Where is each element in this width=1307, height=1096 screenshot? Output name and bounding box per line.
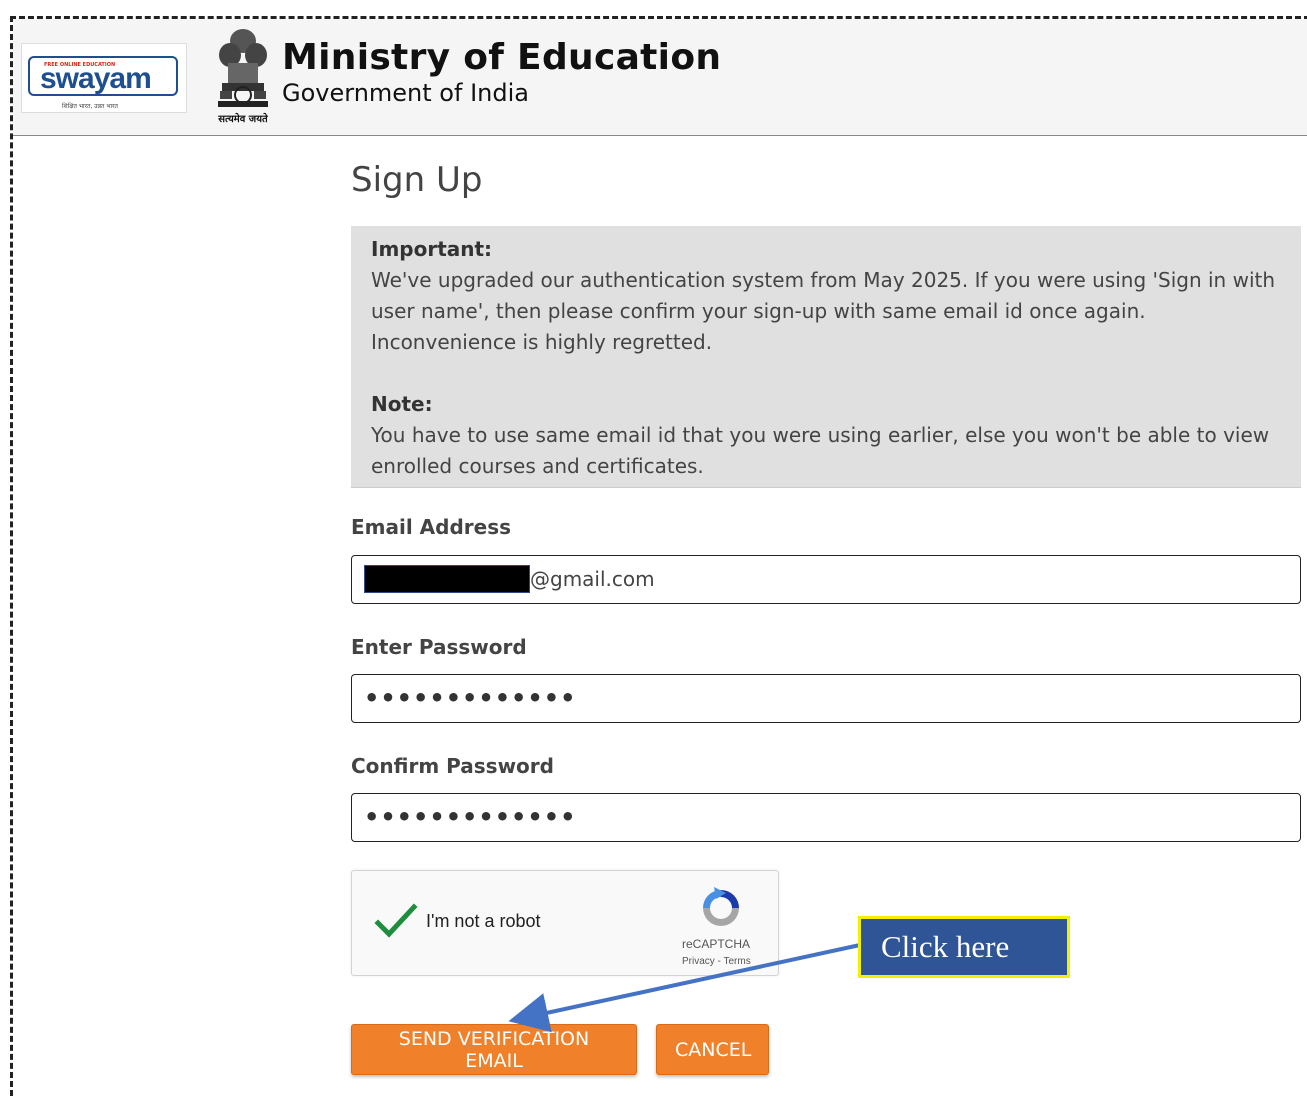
click-here-callout: Click here bbox=[858, 916, 1070, 978]
swayam-logo-box: FREE ONLINE EDUCATION swayam bbox=[28, 56, 178, 96]
site-header: FREE ONLINE EDUCATION swayam शिक्षित भार… bbox=[13, 19, 1307, 136]
swayam-logo[interactable]: FREE ONLINE EDUCATION swayam शिक्षित भार… bbox=[21, 43, 187, 113]
recaptcha-logo-icon bbox=[698, 885, 744, 931]
cancel-button[interactable]: CANCEL bbox=[656, 1024, 769, 1075]
important-label: Important: bbox=[371, 237, 493, 261]
note-text: You have to use same email id that you w… bbox=[371, 423, 1270, 478]
recaptcha-brand: reCAPTCHA bbox=[682, 937, 751, 951]
ministry-title: Ministry of Education bbox=[282, 37, 722, 78]
ministry-subtitle: Government of India bbox=[282, 79, 529, 107]
send-verification-email-button[interactable]: SEND VERIFICATION EMAIL bbox=[351, 1024, 637, 1075]
important-text: We've upgraded our authentication system… bbox=[371, 268, 1276, 354]
lion-capital-icon bbox=[218, 29, 268, 107]
email-value-suffix: @gmail.com bbox=[530, 567, 655, 591]
swayam-logo-tagline: शिक्षित भारत, उन्नत भारत bbox=[62, 103, 118, 110]
note-label: Note: bbox=[371, 392, 433, 416]
captcha-label: I'm not a robot bbox=[426, 911, 541, 931]
email-field[interactable]: @gmail.com bbox=[351, 555, 1301, 604]
confirm-password-label: Confirm Password bbox=[351, 754, 554, 778]
recaptcha-arrows-icon bbox=[703, 887, 739, 926]
recaptcha-privacy-terms-link[interactable]: Privacy - Terms bbox=[682, 956, 751, 967]
confirm-password-field[interactable]: ••••••••••••• bbox=[351, 793, 1301, 842]
checkmark-icon bbox=[374, 903, 418, 938]
notice-box: Important: We've upgraded our authentica… bbox=[351, 226, 1301, 488]
national-emblem-icon: सत्यमेव जयते bbox=[208, 27, 278, 127]
recaptcha-widget: I'm not a robot reCAPTCHA Privacy - Term… bbox=[351, 870, 779, 976]
confirm-password-value: ••••••••••••• bbox=[364, 803, 577, 831]
password-value: ••••••••••••• bbox=[364, 684, 577, 712]
redacted-block bbox=[364, 564, 530, 593]
page-title: Sign Up bbox=[351, 160, 483, 200]
emblem-caption: सत्यमेव जयते bbox=[218, 114, 268, 125]
captcha-checkbox[interactable] bbox=[374, 901, 418, 941]
password-field[interactable]: ••••••••••••• bbox=[351, 674, 1301, 723]
notice-spacer bbox=[371, 358, 1281, 389]
swayam-logo-word: swayam bbox=[40, 62, 152, 95]
email-label: Email Address bbox=[351, 515, 512, 539]
password-label: Enter Password bbox=[351, 635, 527, 659]
